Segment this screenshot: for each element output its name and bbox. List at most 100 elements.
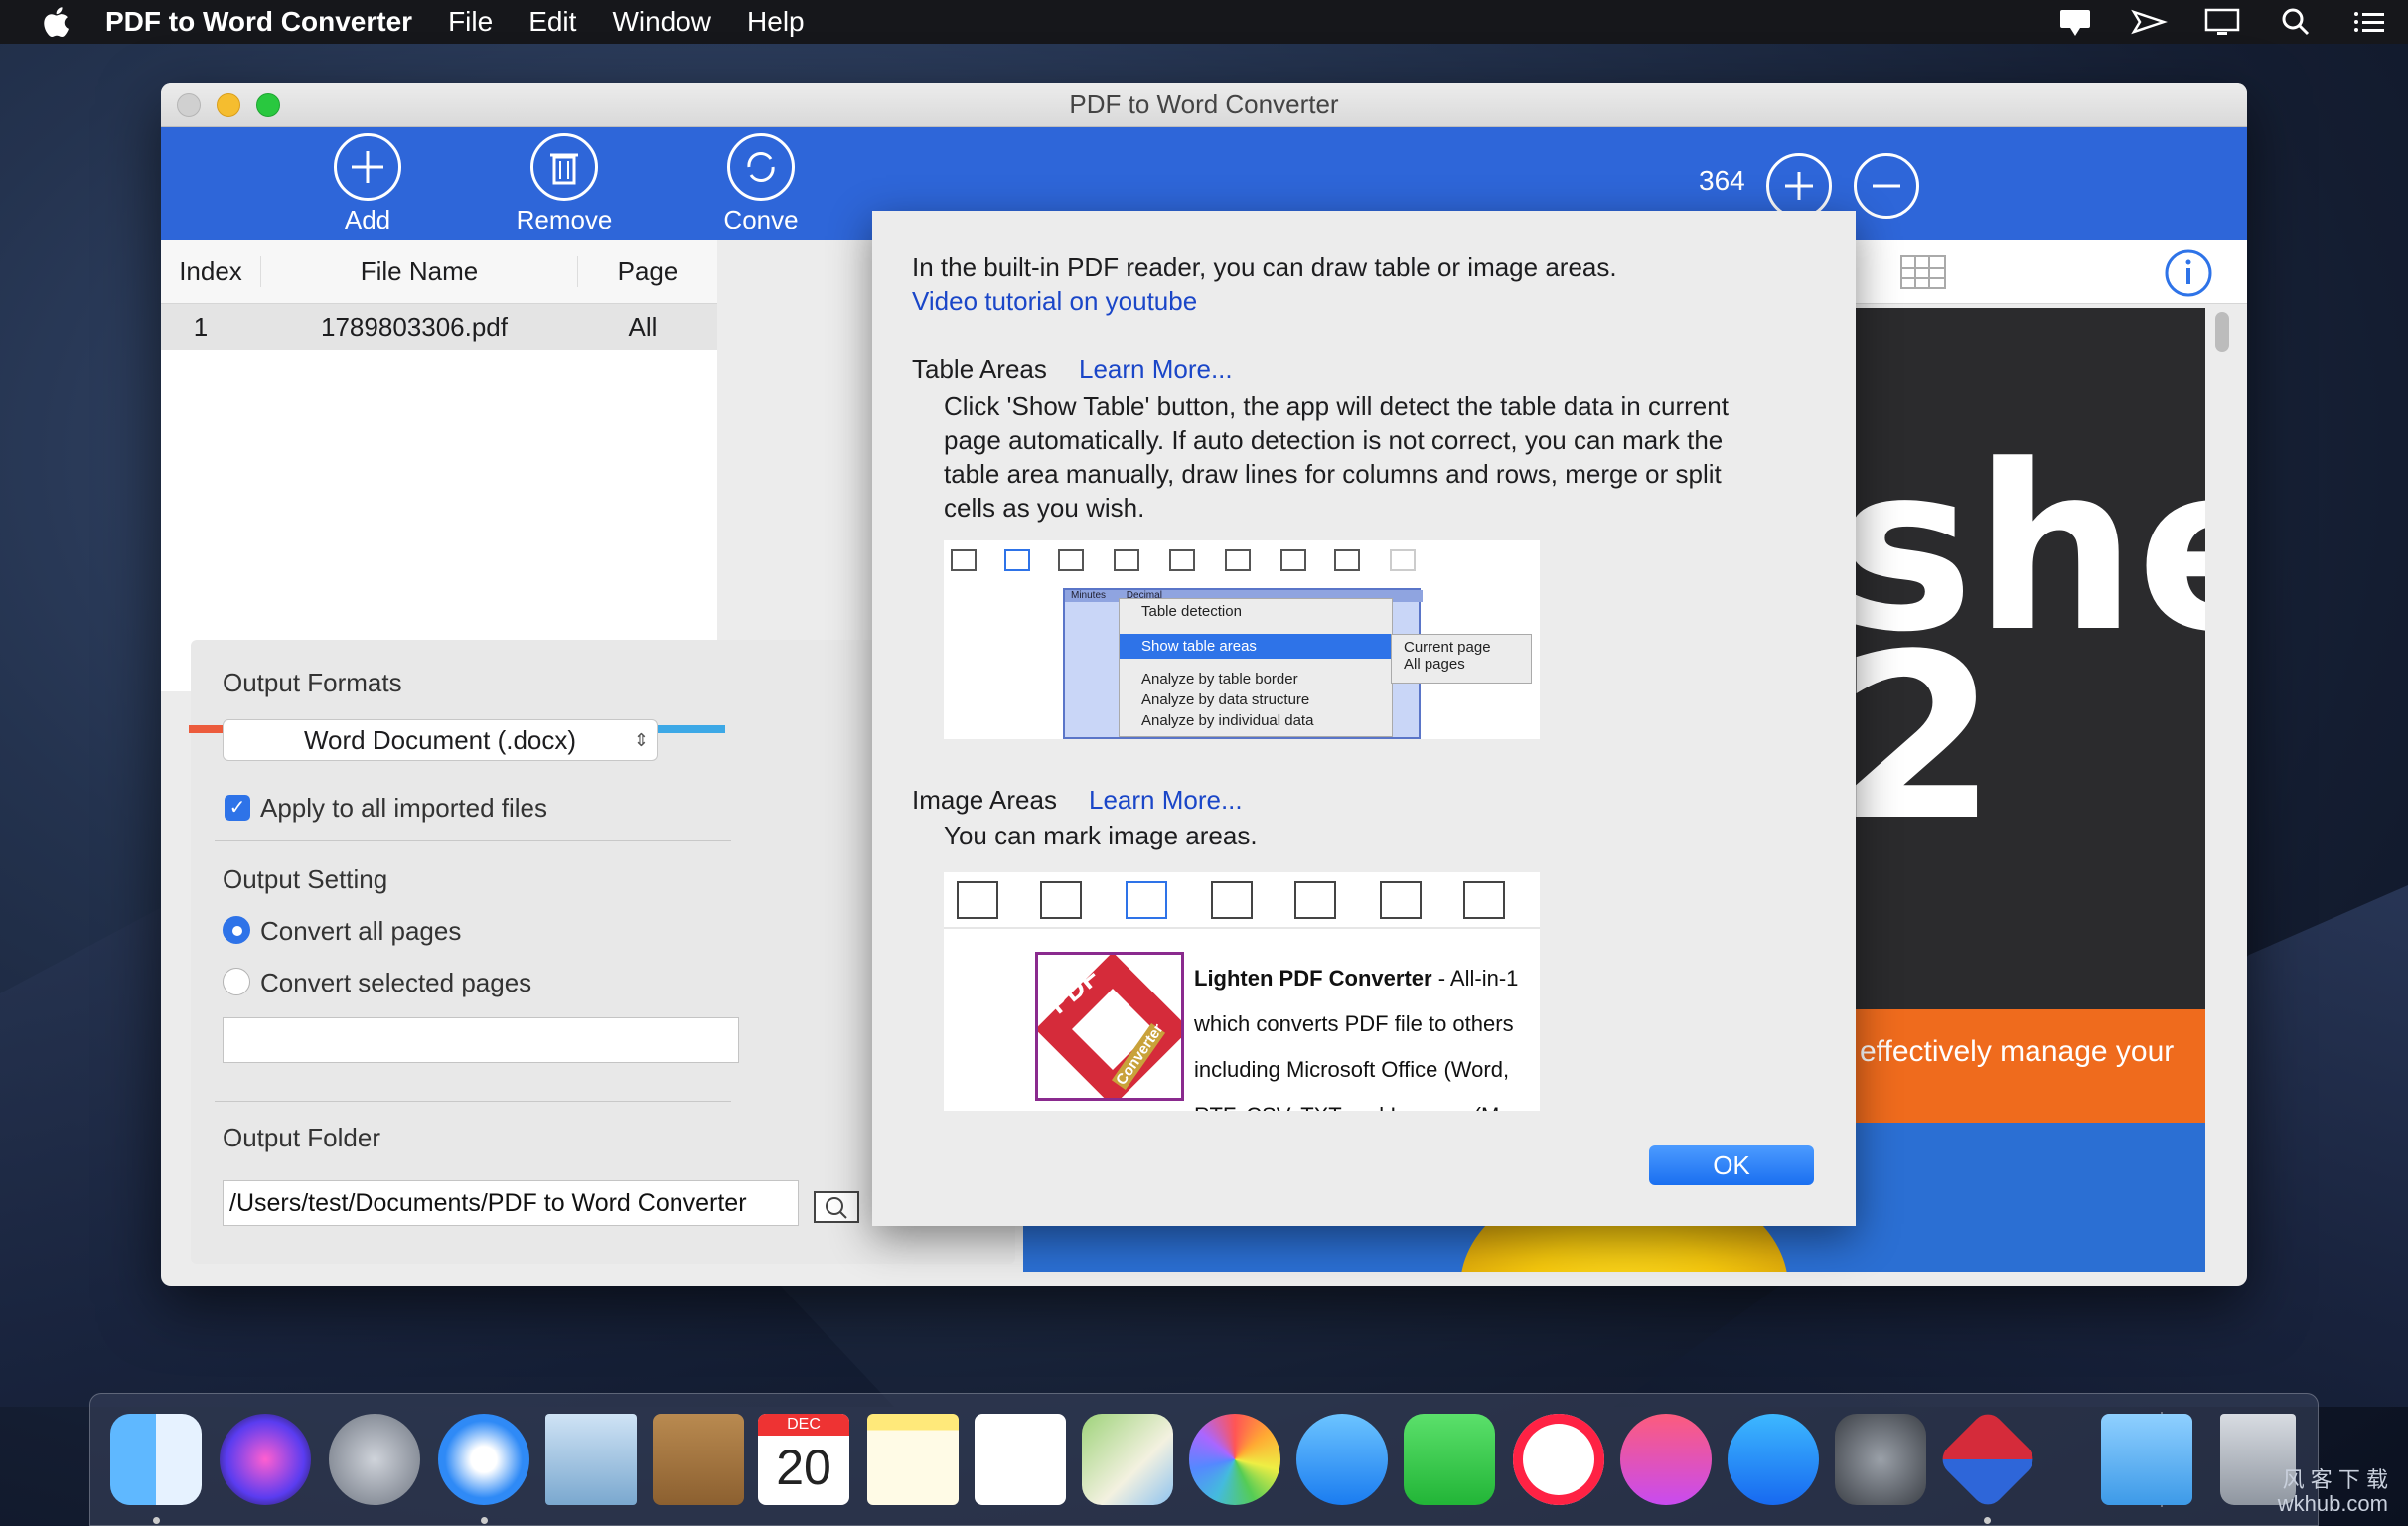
demo-submenu-current-page: Current page [1404, 639, 1491, 656]
menu-edit[interactable]: Edit [528, 6, 576, 38]
image-demo-image: PDF Converter Lighten PDF Converter - Al… [944, 872, 1540, 1111]
title-bar: PDF to Word Converter [161, 83, 2247, 127]
trash-icon [530, 133, 598, 201]
zoom-in-button[interactable] [1766, 153, 1832, 219]
zoom-in-icon [1785, 172, 1813, 200]
zoom-out-button[interactable] [1854, 153, 1919, 219]
image-desc: You can mark image areas. [944, 821, 1258, 850]
safari-icon[interactable] [438, 1414, 529, 1505]
notes-icon[interactable] [867, 1414, 959, 1505]
help-dialog: In the built-in PDF reader, you can draw… [872, 211, 1856, 1226]
notification-icon[interactable] [2056, 6, 2094, 38]
window-title: PDF to Word Converter [1069, 89, 1339, 119]
plus-icon [334, 133, 401, 201]
remove-button[interactable]: Remove [485, 133, 644, 235]
sample-line-2: which converts PDF file to others [1194, 1011, 1514, 1036]
messages-icon[interactable] [1296, 1414, 1388, 1505]
pdf-converter-logo: PDF Converter [1035, 952, 1184, 1101]
output-folder-label: Output Folder [223, 1123, 380, 1152]
add-label: Add [344, 205, 391, 234]
col-index[interactable]: Index [161, 256, 260, 287]
col-page[interactable]: Page [578, 256, 717, 287]
format-select[interactable]: Word Document (.docx) ⇕ [223, 719, 658, 761]
facetime-icon[interactable] [1404, 1414, 1495, 1505]
zoom-value: 364 [1699, 165, 1745, 196]
stepper-icon: ⇕ [633, 730, 649, 750]
demo-menu-analyze-structure: Analyze by data structure [1141, 691, 1310, 708]
convert-all-radio[interactable] [223, 916, 250, 944]
maps-icon[interactable] [1082, 1414, 1173, 1505]
watermark-line-1: 风 客 下 载 [2282, 1467, 2388, 1492]
app-store-icon[interactable] [1728, 1414, 1819, 1505]
siri-icon[interactable] [220, 1414, 311, 1505]
preview-heading-2: 2 [1838, 606, 1998, 871]
convert-icon [727, 133, 795, 201]
table-areas-title: Table Areas [912, 354, 1047, 383]
pdf-to-word-app-icon[interactable] [1935, 1407, 2040, 1512]
row-page: All [628, 311, 658, 342]
preview-scrollbar[interactable] [2215, 312, 2229, 352]
apple-icon[interactable] [40, 4, 75, 40]
menu-help[interactable]: Help [747, 6, 805, 38]
launchpad-icon[interactable] [329, 1414, 420, 1505]
table-desc-2: page automatically. If auto detection is… [944, 425, 1724, 455]
convert-selected-radio[interactable] [223, 968, 250, 995]
table-tools-strip [951, 549, 1416, 571]
news-icon[interactable] [1513, 1414, 1604, 1505]
menu-file[interactable]: File [448, 6, 493, 38]
page-range-input[interactable] [223, 1017, 739, 1063]
demo-context-menu: Table detection Show table areas Analyze… [1119, 598, 1393, 737]
image-tools-strip [944, 881, 1540, 929]
menu-window[interactable]: Window [612, 6, 711, 38]
send-icon[interactable] [2130, 6, 2168, 38]
dialog-intro: In the built-in PDF reader, you can draw… [912, 252, 1617, 282]
demo-col-minutes: Minutes [1071, 590, 1107, 601]
convert-button[interactable]: Conve [681, 133, 840, 235]
finder-icon[interactable] [110, 1414, 202, 1505]
image-areas-title: Image Areas [912, 785, 1057, 815]
file-list-header: Index File Name Page [161, 240, 717, 304]
row-file-name: 1789803306.pdf [321, 311, 508, 342]
menu-app-name[interactable]: PDF to Word Converter [105, 6, 412, 38]
col-file-name[interactable]: File Name [260, 256, 578, 287]
format-value: Word Document (.docx) [303, 725, 577, 755]
photos-icon[interactable] [1189, 1414, 1280, 1505]
mail-stamp-icon[interactable] [545, 1414, 637, 1505]
music-icon[interactable] [1620, 1414, 1712, 1505]
info-icon[interactable] [2164, 248, 2213, 298]
add-button[interactable]: Add [288, 133, 447, 235]
table-row[interactable]: 1 1789803306.pdf All [161, 304, 717, 350]
calendar-icon[interactable]: DEC 20 [758, 1414, 849, 1505]
reminders-icon[interactable] [975, 1414, 1066, 1505]
ok-button[interactable]: OK [1649, 1145, 1814, 1185]
file-list: 1 1789803306.pdf All [161, 304, 717, 691]
apply-all-checkbox[interactable]: ✓ [225, 795, 250, 821]
close-button[interactable] [177, 93, 201, 117]
control-list-icon[interactable] [2350, 6, 2388, 38]
search-icon[interactable] [2277, 6, 2315, 38]
minimize-button[interactable] [217, 93, 240, 117]
display-icon[interactable] [2203, 6, 2241, 38]
dock: DEC 20 [89, 1393, 2319, 1526]
sample-title-suffix: - All-in-1 [1431, 966, 1519, 991]
table-desc-3: table area manually, draw lines for colu… [944, 459, 1722, 489]
output-setting-label: Output Setting [223, 864, 388, 894]
output-folder-input[interactable]: /Users/test/Documents/PDF to Word Conver… [223, 1180, 799, 1226]
table-learn-more-link[interactable]: Learn More... [1079, 352, 1233, 385]
watermark-line-2: wkhub.com [2277, 1491, 2388, 1516]
grid-tool-icon[interactable] [1897, 250, 1949, 294]
contacts-icon[interactable] [653, 1414, 744, 1505]
image-learn-more-link[interactable]: Learn More... [1089, 783, 1243, 817]
sample-title: Lighten PDF Converter [1194, 966, 1432, 991]
video-tutorial-link[interactable]: Video tutorial on youtube [912, 284, 1197, 318]
downloads-folder-icon[interactable] [2101, 1414, 2192, 1505]
browse-folder-icon[interactable] [813, 1184, 860, 1224]
table-desc-1: Click 'Show Table' button, the app will … [944, 391, 1729, 421]
system-preferences-icon[interactable] [1835, 1414, 1926, 1505]
calendar-month: DEC [758, 1414, 849, 1436]
sample-line-4: RTF, CSV, TXT and Images. (Mac vers [1194, 1093, 1540, 1111]
running-indicator [1984, 1517, 1991, 1524]
zoom-button[interactable] [256, 93, 280, 117]
output-formats-label: Output Formats [223, 668, 402, 697]
table-desc-4: cells as you wish. [944, 493, 1145, 523]
